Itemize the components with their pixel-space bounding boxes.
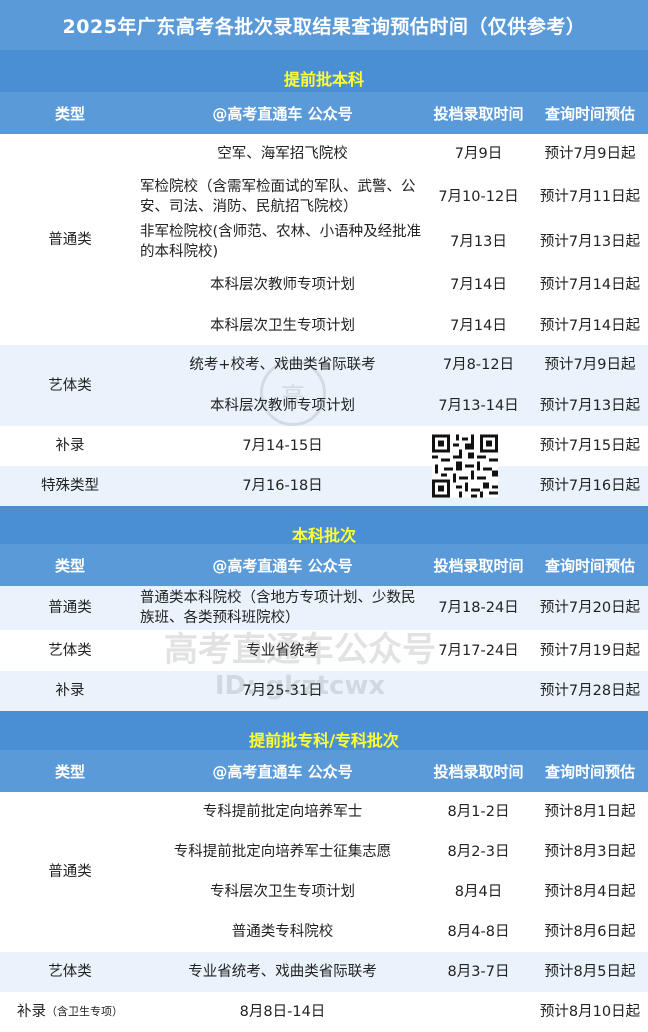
type-cell: 普通类 [48,864,92,880]
header-query-time: 查询时间预估 [544,762,635,781]
table-row-query: 预计7月19日起 [539,642,641,659]
table-row-name: 军检院校（含需军检面试的军队、武警、公安、司法、消防、民航招飞院校） [140,179,416,215]
table-row-time: 7月17-24日 [438,642,519,659]
type-cell: 特殊类型 [41,478,99,494]
group-putong-3: 普通类 专科提前批定向培养军士 8月1-2日 预计8月1日起 专科提前批定向培养… [0,792,648,952]
header-admit-time: 投档录取时间 [433,556,524,575]
table-row-time: 8月3-7日 [447,964,510,980]
header-account: @高考直通车 公众号 [212,104,353,123]
group-putong-1: 普通类 空军、海军招飞院校 7月9日 预计7月9日起 军检院校（含需军检面试的军… [0,134,648,345]
table-row-name: 本科层次教师专项计划 [210,277,355,293]
type-cell: 艺体类 [48,964,92,980]
table-header: 类型 @高考直通车 公众号 投档录取时间 查询时间预估 [0,750,648,792]
table-row-name: 本科层次教师专项计划 [210,398,355,414]
header-query-time: 查询时间预估 [544,556,635,575]
table-row-time: 7月14日 [450,277,507,293]
table-row-time: 8月1-2日 [447,804,510,820]
type-cell: 补录 [55,438,85,454]
table-row-name: 本科层次卫生专项计划 [210,317,355,334]
type-cell: 艺体类 [48,377,92,394]
type-cell: 艺体类 [48,642,92,659]
table-row-query: 预计8月1日起 [544,804,636,820]
type-label: 补录 [17,1004,46,1020]
header-account: @高考直通车 公众号 [212,762,353,781]
table-row-name: 专科层次卫生专项计划 [210,884,355,900]
table-row: 补录 7月25-31日 预计7月28日起 [0,671,648,711]
table-row: 普通类 普通类本科院校（含地方专项计划、少数民族班、各类预科班院校） 7月18-… [0,586,648,630]
table-row-time: 7月10-12日 [438,189,519,205]
table-row-time: 8月4-8日 [447,924,510,940]
group-yiti-1: 艺体类 统考+校考、戏曲类省际联考 7月8-12日 预计7月9日起 本科层次教师… [0,345,648,426]
table-row-time: 7月8-12日 [442,357,515,373]
table-row-time: 7月18-24日 [438,600,519,616]
header-type: 类型 [54,104,85,123]
table-row-query: 预计7月9日起 [544,357,636,373]
table-row-name: 普通类专科院校 [231,924,334,940]
section-title-early-undergrad: 提前批本科 [0,50,648,96]
table-row-bulu-1: 补录 7月14-15日 预计7月15日起 [0,426,648,466]
header-admit-time: 投档录取时间 [433,762,524,781]
table-header: 类型 @高考直通车 公众号 投档录取时间 查询时间预估 [0,544,648,586]
table-row-time: 7月25-31日 [242,683,323,699]
table-row: 艺体类 专业省统考 7月17-24日 预计7月19日起 [0,630,648,671]
type-cell: 补录 （含卫生专项） [0,992,140,1032]
table-row-query: 预计7月13日起 [539,398,641,414]
table-row-query: 预计7月20日起 [539,600,641,616]
table-row-query: 预计7月11日起 [539,189,641,205]
table-row-name: 专业省统考 [246,642,319,659]
table-row-name: 普通类本科院校（含地方专项计划、少数民族班、各类预科班院校） [140,590,416,626]
table-row-query: 预计7月9日起 [544,146,636,162]
page: 2025年广东高考各批次录取结果查询预估时间（仅供参考） 提前批本科 类型 @高… [0,0,648,1032]
table-row-query: 预计8月10日起 [539,1004,641,1020]
table-row-query: 预计7月16日起 [539,478,641,494]
table-row-teshu: 特殊类型 7月16-18日 预计7月16日起 [0,466,648,506]
table-row-query: 预计8月4日起 [544,884,636,900]
header-type: 类型 [54,762,85,781]
table-row-time: 7月14日 [450,317,507,334]
table-header: 类型 @高考直通车 公众号 投档录取时间 查询时间预估 [0,92,648,134]
table-row: 补录 （含卫生专项） 8月8日-14日 预计8月10日起 [0,992,648,1032]
table-row-time: 8月2-3日 [447,844,510,860]
type-cell: 普通类 [48,231,92,248]
header-query-time: 查询时间预估 [544,104,635,123]
table-row-query: 预计7月28日起 [539,683,641,699]
type-note: （含卫生专项） [46,1005,123,1018]
table-row-name: 空军、海军招飞院校 [217,146,348,162]
table-row-time: 7月14-15日 [242,438,323,454]
table-row-query: 预计7月14日起 [539,317,641,334]
header-account: @高考直通车 公众号 [212,556,353,575]
type-cell: 补录 [55,683,85,699]
table-row-time: 8月4日 [454,884,503,900]
table-row-name: 统考+校考、戏曲类省际联考 [189,357,376,373]
table-row-time: 7月16-18日 [242,478,323,494]
table-row-name: 专科提前批定向培养军士 [202,804,363,820]
table-row: 艺体类 专业省统考、戏曲类省际联考 8月3-7日 预计8月5日起 [0,952,648,992]
table-row-query: 预计7月15日起 [539,438,641,454]
table-row-query: 预计8月3日起 [544,844,636,860]
table-row-name: 专业省统考、戏曲类省际联考 [188,964,377,980]
qr-code-icon [432,434,498,498]
type-cell: 普通类 [48,600,92,616]
table-row-query: 预计8月6日起 [544,924,636,940]
table-row-name: 专科提前批定向培养军士征集志愿 [173,844,392,860]
table-row-query: 预计7月13日起 [539,234,641,250]
header-admit-time: 投档录取时间 [433,104,524,123]
table-row-time: 7月13-14日 [438,398,519,414]
header-type: 类型 [54,556,85,575]
table-row-query: 预计7月14日起 [539,277,641,293]
table-row-name: 非军检院校(含师范、农林、小语种及经批准的本科院校) [140,224,422,260]
table-row-time: 7月9日 [454,146,503,162]
page-title: 2025年广东高考各批次录取结果查询预估时间（仅供参考） [0,0,648,50]
table-row-time: 7月13日 [450,234,507,250]
table-row-query: 预计8月5日起 [544,964,636,980]
table-row-time: 8月8日-14日 [239,1004,326,1020]
